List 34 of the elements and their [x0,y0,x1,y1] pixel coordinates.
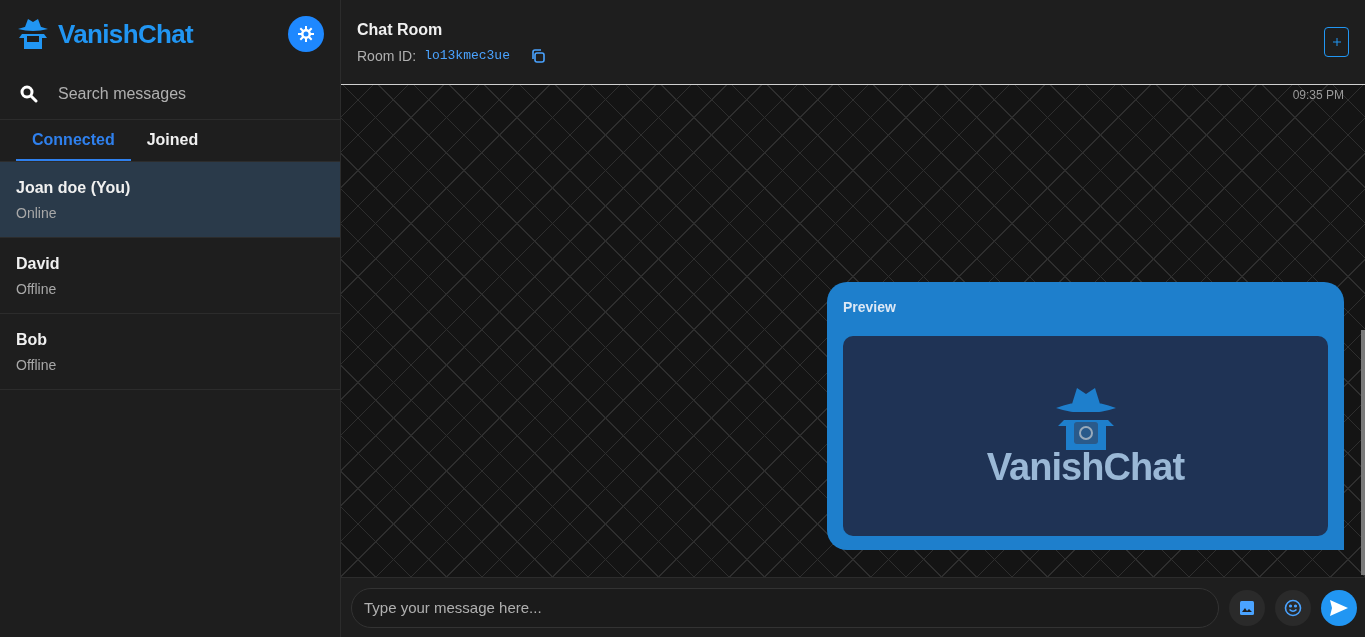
contact-status: Offline [16,355,58,375]
message-title: Preview [843,298,897,317]
app-name: VanishChat [58,17,194,51]
settings-button[interactable] [288,16,324,52]
chat-title: Chat Room [357,19,444,40]
contact-item[interactable]: Bob Offline [0,314,340,390]
emoji-button[interactable] [1275,589,1311,626]
smiley-icon [1284,598,1302,617]
image-icon [1240,600,1254,615]
message-time: 09:35 PM [1292,87,1344,104]
plus-icon [1332,38,1341,46]
search-field[interactable]: Search messages [58,81,308,106]
send-icon [1330,599,1348,616]
tab[interactable]: Joined [130,120,215,161]
add-button[interactable] [1324,27,1349,57]
scrollbar[interactable] [1361,330,1365,575]
image-button[interactable] [1229,589,1265,626]
message-input[interactable]: Type your message here... [351,587,1219,628]
contact-item[interactable]: Joan doe (You) Online [0,162,340,238]
contact-name: Joan doe (You) [16,177,132,198]
spy-logo-icon [16,17,50,51]
contact-status: Offline [16,279,58,299]
contact-status: Online [16,203,58,223]
logo-text: VanishChat [986,448,1185,486]
search-icon [20,84,38,103]
contact-item[interactable]: David Offline [0,238,340,314]
room-id: lo13kmec3ue [424,47,510,66]
send-button[interactable] [1321,589,1357,626]
copy-icon [529,48,546,64]
settings-icon [298,26,314,42]
contact-name: Bob [16,329,49,350]
contact-name: David [16,253,61,274]
room-id-label: Room ID: [357,46,417,66]
copy-button[interactable] [529,48,546,64]
